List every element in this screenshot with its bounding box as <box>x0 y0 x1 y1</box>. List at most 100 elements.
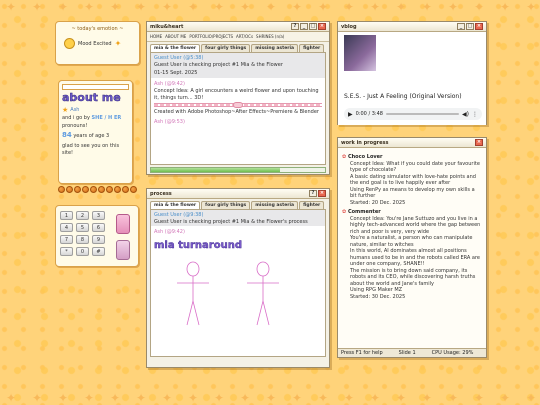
keypad-key[interactable]: 8 <box>76 235 89 244</box>
keypad-key[interactable]: 5 <box>76 223 89 232</box>
keypad-key[interactable]: * <box>60 247 73 256</box>
turnaround-heading: mia turnaround <box>154 239 242 251</box>
star-decoration-icon: ✦ <box>188 0 199 14</box>
volume-icon[interactable]: ◀) <box>462 111 469 118</box>
greet-text: glad to see you on this site! <box>62 142 120 157</box>
play-icon[interactable]: ▶ <box>348 111 353 118</box>
cookie-icon <box>114 186 121 193</box>
keypad-key[interactable]: 1 <box>60 211 73 220</box>
ash-tag: Ash (@9:42) <box>154 80 185 87</box>
main-window-title: miku&heart <box>150 23 184 30</box>
menu-shrines[interactable]: SHRINES (n/a) <box>256 34 284 39</box>
flip-phone-icon <box>116 240 130 260</box>
close-button[interactable]: × <box>475 23 483 30</box>
tab-fighter[interactable]: fighter <box>299 201 325 209</box>
star-decoration-icon: ✦ <box>318 0 329 14</box>
close-button[interactable]: × <box>475 139 483 146</box>
menu-portfolio[interactable]: PORTFOLIO/PROJECTS <box>189 34 233 39</box>
keypad-key[interactable]: 6 <box>92 223 105 232</box>
tab-missing-asteria[interactable]: missing asteria <box>251 201 299 209</box>
main-window-titlebar[interactable]: miku&heart ? _ □ × <box>147 22 329 32</box>
more-options-icon[interactable]: ⋮ <box>472 111 478 118</box>
wip-content: ✿ Choco Lover Concept Idea: What if you … <box>338 148 486 349</box>
tab-mia-flower[interactable]: mia & the flower <box>150 44 201 52</box>
keypad-key[interactable]: 2 <box>76 211 89 220</box>
cookie-icon <box>74 186 81 193</box>
star-decoration-icon: ✦ <box>422 391 433 405</box>
star-decoration-icon: ✦ <box>344 0 355 14</box>
phone-icon <box>116 214 130 234</box>
star-decoration-icon: ✦ <box>136 391 147 405</box>
cookie-icon <box>90 186 97 193</box>
cookie-row <box>58 186 137 193</box>
mood-title: ~ today's emotion ~ <box>71 26 124 32</box>
wip-bullet: Concept Idea: You're Jane Suttuzo and yo… <box>350 215 481 235</box>
keypad-key[interactable]: 7 <box>60 235 73 244</box>
minimize-button[interactable]: _ <box>300 23 308 30</box>
keypad-key[interactable]: 3 <box>92 211 105 220</box>
vblog-title: vblog <box>341 23 357 30</box>
tab-mia-flower[interactable]: mia & the flower <box>150 201 201 209</box>
star-decoration-icon: ✦ <box>344 391 355 405</box>
cookie-icon <box>66 186 73 193</box>
star-decoration-icon: ✦ <box>214 0 225 14</box>
tab-missing-asteria[interactable]: missing asteria <box>251 44 299 52</box>
maximize-button[interactable]: □ <box>309 23 317 30</box>
ash-tag-second: Ash (@9:53) <box>154 118 185 125</box>
star-decoration-icon: ✦ <box>500 391 511 405</box>
keypad-key[interactable]: # <box>92 247 105 256</box>
project-tabs: mia & the flower four girly things missi… <box>147 42 329 52</box>
star-decoration-icon: ✦ <box>240 0 251 14</box>
keypad-key[interactable]: 4 <box>60 223 73 232</box>
turnaround-sketch <box>177 261 279 325</box>
star-decoration-icon: ✦ <box>6 0 17 14</box>
status-help: Press F1 for help <box>341 350 383 356</box>
pronouns-suffix: pronouns! <box>62 122 88 129</box>
main-content-pane: Guest User (@5:38) Guest User is checkin… <box>150 52 326 165</box>
cookie-icon <box>58 186 65 193</box>
menu-art-ocs[interactable]: ART/OCs <box>236 34 253 39</box>
process-window-titlebar[interactable]: process ? × <box>147 189 329 199</box>
audio-player: ▶ 0:00 / 3:48 ◀) ⋮ <box>344 108 482 120</box>
vblog-titlebar[interactable]: vblog _ □ × <box>338 22 486 32</box>
project-progress-bar <box>150 167 326 173</box>
progress-fill <box>151 168 280 172</box>
tab-four-girly-things[interactable]: four girly things <box>201 44 251 52</box>
menu-about-me[interactable]: ABOUT ME <box>165 34 186 39</box>
help-button[interactable]: ? <box>309 190 317 197</box>
tab-four-girly-things[interactable]: four girly things <box>201 201 251 209</box>
menu-home[interactable]: HOME <box>150 34 162 39</box>
star-decoration-icon: ✦ <box>318 391 329 405</box>
star-decoration-icon: ✦ <box>292 0 303 14</box>
cookie-icon <box>122 186 129 193</box>
wip-bullet: Started: 20 Dec. 2025 <box>350 199 406 206</box>
star-decoration-icon: ✦ <box>162 0 173 14</box>
cookie-icon <box>106 186 113 193</box>
star-decoration-icon: ✦ <box>448 0 459 14</box>
wip-titlebar[interactable]: work in progress × <box>338 138 486 148</box>
wip-bullet: In this world, AI dominates almost all p… <box>350 248 480 267</box>
wip-title: work in progress <box>341 139 389 146</box>
star-decoration-icon: ✦ <box>396 391 407 405</box>
tab-fighter[interactable]: fighter <box>299 44 325 52</box>
wip-section-heading: Commenter <box>347 209 381 215</box>
cookie-icon <box>130 186 137 193</box>
star-decoration-icon: ✦ <box>162 391 173 405</box>
keypad-key[interactable]: 0 <box>76 247 89 256</box>
status-bar: Press F1 for help Slide 1 CPU Usage: 29% <box>338 348 486 357</box>
star-decoration-icon: ✦ <box>6 391 17 405</box>
star-decoration-icon: ✦ <box>58 0 69 14</box>
keypad-key[interactable]: 9 <box>92 235 105 244</box>
close-button[interactable]: × <box>318 23 326 30</box>
main-window: miku&heart ? _ □ × HOME ABOUT ME PORTFOL… <box>146 21 330 175</box>
close-button[interactable]: × <box>318 190 326 197</box>
help-button[interactable]: ? <box>291 23 299 30</box>
maximize-button[interactable]: □ <box>466 23 474 30</box>
minimize-button[interactable]: _ <box>457 23 465 30</box>
about-search-input[interactable] <box>62 84 129 90</box>
guest-activity-text: Guest User is checking project #1 Mia & … <box>154 218 308 225</box>
wip-bullet: Using RenPy as means to develop my own s… <box>350 186 475 200</box>
audio-seek-bar[interactable] <box>385 113 460 115</box>
ash-tag: Ash (@9:42) <box>154 229 185 235</box>
star-decoration-icon: ✦ <box>370 391 381 405</box>
